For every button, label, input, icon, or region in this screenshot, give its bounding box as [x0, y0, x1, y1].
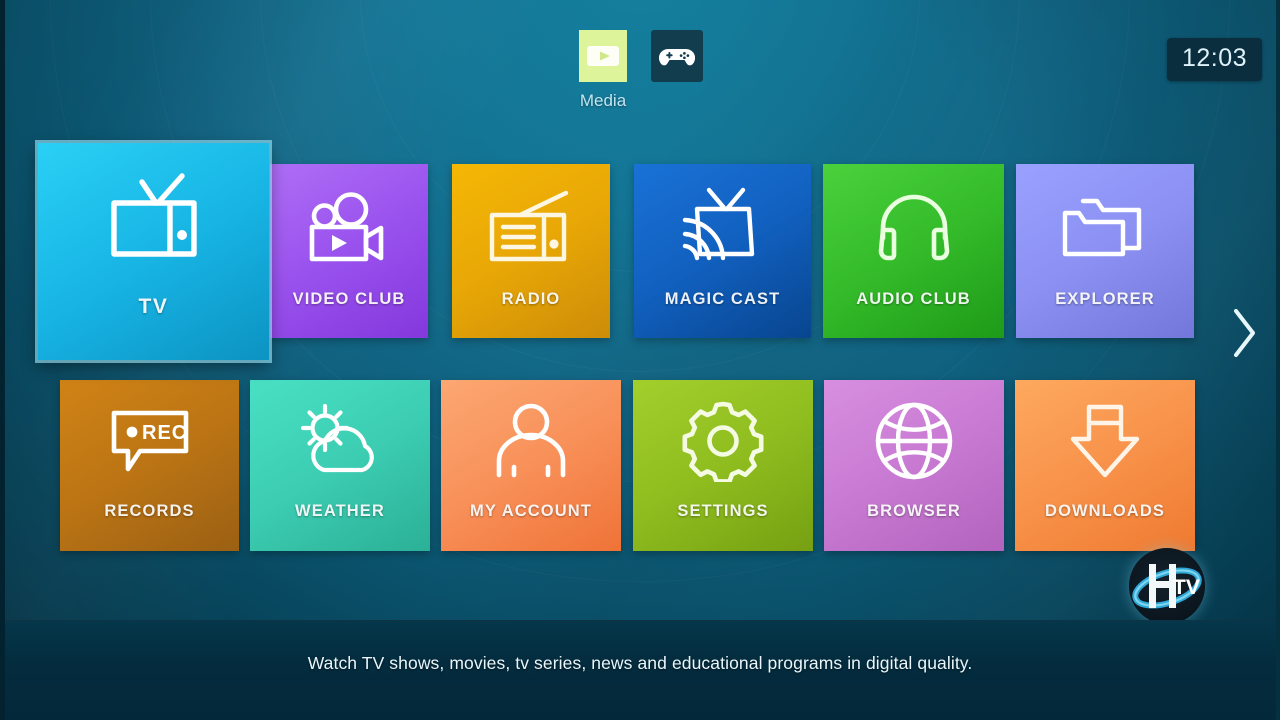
tile-audio-club[interactable]: AUDIO CLUB [823, 164, 1004, 338]
footer-bar: Watch TV shows, movies, tv series, news … [0, 620, 1280, 720]
tile-magic-cast-label: MAGIC CAST [664, 290, 781, 308]
tile-settings[interactable]: SETTINGS [633, 380, 813, 551]
tile-explorer[interactable]: EXPLORER [1016, 164, 1194, 338]
tv-launcher-screen: Media 12:03 TV VIDEO CLUB RADIO MAGIC CA… [0, 0, 1280, 720]
rec-bubble-icon: REC [60, 380, 239, 502]
tile-my-account-label: MY ACCOUNT [470, 502, 592, 520]
tile-radio-label: RADIO [501, 290, 561, 308]
tile-weather-label: WEATHER [295, 502, 385, 520]
folders-icon [1016, 164, 1194, 290]
app-tile-grid: TV VIDEO CLUB RADIO MAGIC CAST AUDIO CLU… [0, 0, 1280, 720]
footer-description: Watch TV shows, movies, tv series, news … [307, 653, 973, 673]
person-icon [441, 380, 621, 502]
next-page-arrow[interactable] [1224, 300, 1264, 366]
headphones-icon [823, 164, 1004, 290]
cast-tv-icon [634, 164, 811, 290]
left-screen-edge [0, 0, 5, 720]
tile-explorer-label: EXPLORER [1055, 290, 1155, 308]
tile-radio[interactable]: RADIO [452, 164, 610, 338]
tile-browser[interactable]: BROWSER [824, 380, 1004, 551]
video-camera-icon [270, 164, 428, 290]
tile-downloads-label: DOWNLOADS [1045, 502, 1165, 520]
tile-settings-label: SETTINGS [677, 502, 769, 520]
tile-video-club-label: VIDEO CLUB [292, 290, 406, 308]
tile-magic-cast[interactable]: MAGIC CAST [634, 164, 811, 338]
tile-video-club[interactable]: VIDEO CLUB [270, 164, 428, 338]
tile-my-account[interactable]: MY ACCOUNT [441, 380, 621, 551]
radio-icon [452, 164, 610, 290]
tile-records[interactable]: REC RECORDS [60, 380, 239, 551]
tile-browser-label: BROWSER [867, 502, 961, 520]
tile-tv-label: TV [138, 295, 169, 318]
tv-antenna-icon [38, 143, 269, 295]
sun-cloud-icon [250, 380, 430, 502]
right-screen-edge [1276, 0, 1280, 720]
gear-icon [633, 380, 813, 502]
tile-records-label: RECORDS [104, 502, 195, 520]
chevron-right-icon [1234, 309, 1255, 357]
globe-icon [824, 380, 1004, 502]
tile-tv[interactable]: TV [38, 143, 269, 360]
tile-audio-club-label: AUDIO CLUB [856, 290, 971, 308]
svg-text:REC: REC [142, 422, 187, 444]
tile-weather[interactable]: WEATHER [250, 380, 430, 551]
download-icon [1015, 380, 1195, 502]
tile-downloads[interactable]: DOWNLOADS [1015, 380, 1195, 551]
